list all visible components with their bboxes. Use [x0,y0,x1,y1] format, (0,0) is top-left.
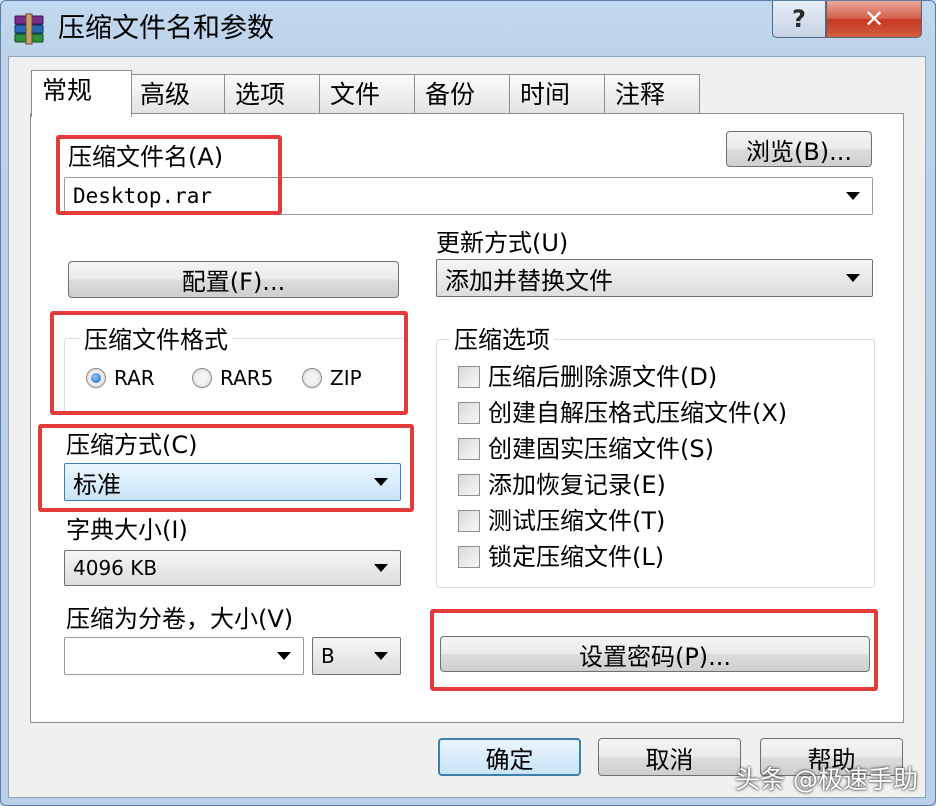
update-mode-value: 添加并替换文件 [445,266,613,295]
browse-button[interactable]: 浏览(B)... [726,131,872,167]
tab-advanced[interactable]: 高级 [129,74,225,114]
chevron-down-icon[interactable] [277,652,291,660]
update-mode-label: 更新方式(U) [436,229,569,257]
profiles-button[interactable]: 配置(F)... [68,261,399,298]
split-label: 压缩为分卷，大小(V) [66,605,294,633]
tab-time[interactable]: 时间 [509,74,605,114]
checkbox-icon[interactable] [458,438,480,460]
method-label: 压缩方式(C) [66,431,198,459]
tab-files[interactable]: 文件 [319,74,415,114]
split-size-combo[interactable] [64,637,304,675]
options-group-label: 压缩选项 [450,325,554,355]
split-unit-value: B [321,644,335,668]
chevron-down-icon[interactable] [846,192,860,200]
radio-checked-icon[interactable] [86,368,106,388]
dict-size-label: 字典大小(I) [66,516,188,544]
cancel-button[interactable]: 取消 [598,738,741,776]
tab-comment[interactable]: 注释 [604,74,700,114]
method-value: 标准 [73,470,121,499]
radio-unchecked-icon[interactable] [192,368,212,388]
checkbox-icon[interactable] [458,474,480,496]
method-select[interactable]: 标准 [64,463,401,501]
chevron-down-icon[interactable] [374,478,388,486]
split-unit-select[interactable]: B [312,637,401,675]
checkbox-icon[interactable] [458,366,480,388]
checkbox-icon[interactable] [458,510,480,532]
tab-backup[interactable]: 备份 [414,74,510,114]
archive-name-value: Desktop.rar [73,184,213,208]
ok-button[interactable]: 确定 [438,738,581,776]
tab-options[interactable]: 选项 [224,74,320,114]
window-title: 压缩文件名和参数 [58,13,274,44]
chevron-down-icon[interactable] [374,652,388,660]
checkbox-icon[interactable] [458,402,480,424]
chevron-down-icon[interactable] [374,564,388,572]
title-close-button[interactable]: ✕ [826,1,922,38]
archive-name-label: 压缩文件名(A) [68,143,224,171]
update-mode-select[interactable]: 添加并替换文件 [436,259,873,297]
winrar-books-icon [14,13,44,45]
title-help-button[interactable]: ? [772,1,826,38]
dict-size-value: 4096 KB [73,556,158,580]
archive-name-combo[interactable]: Desktop.rar [64,177,873,215]
radio-unchecked-icon[interactable] [302,368,322,388]
format-group-label: 压缩文件格式 [80,325,232,355]
watermark-text: 头条 @极速手助 [735,765,918,794]
dict-size-select[interactable]: 4096 KB [64,550,401,586]
set-password-button[interactable]: 设置密码(P)... [440,636,870,672]
chevron-down-icon[interactable] [846,274,860,282]
tab-general[interactable]: 常规 [31,70,132,117]
checkbox-icon[interactable] [458,546,480,568]
